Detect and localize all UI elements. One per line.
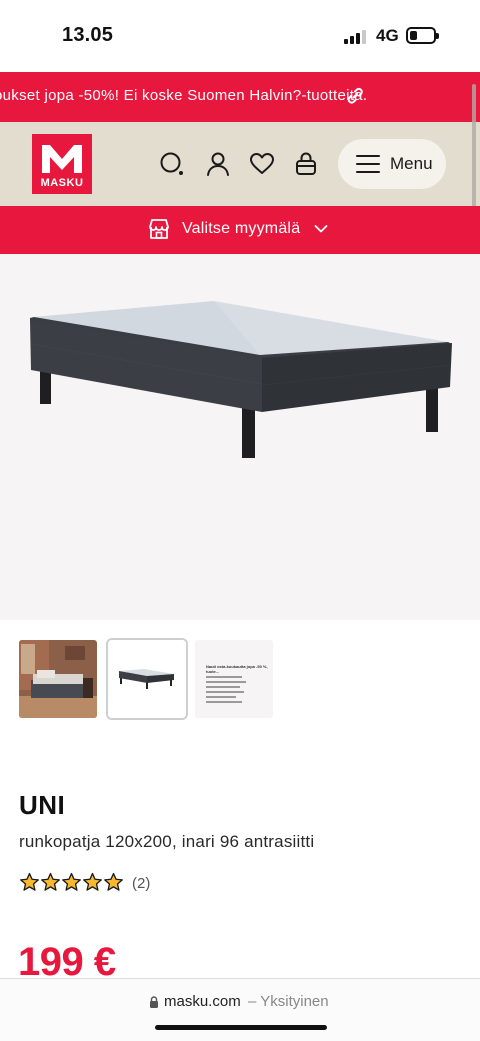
logo-text: MASKU (40, 177, 84, 189)
promo-banner[interactable]: oukset jopa -50%! Ei koske Suomen Halvin… (0, 72, 480, 122)
browsing-mode: – Yksityinen (248, 993, 329, 1010)
thumbnail-lifestyle[interactable] (19, 640, 97, 718)
store-selector-label: Valitse myymälä (182, 220, 301, 237)
image-thumbnails: Nauti osta-kuukautta jopa -50 %, tuote..… (0, 638, 480, 722)
masku-logo[interactable]: MASKU (32, 134, 92, 194)
hamburger-icon (356, 154, 380, 174)
store-icon (149, 219, 169, 239)
url-domain: masku.com (164, 993, 241, 1010)
lock-icon (150, 996, 158, 1008)
logo-m-mark (42, 145, 82, 173)
star-icon (41, 872, 60, 891)
product-main-image[interactable] (0, 254, 480, 620)
network-type: 4G (376, 26, 399, 45)
star-icon (20, 872, 39, 891)
browser-url-bar[interactable]: masku.com – Yksityinen (0, 978, 480, 1041)
search-icon[interactable] (159, 151, 185, 177)
heart-icon[interactable] (249, 151, 275, 177)
star-icon (104, 872, 123, 891)
store-selector[interactable]: Valitse myymälä (0, 206, 480, 254)
chevron-down-icon (314, 225, 328, 233)
thumbnail-info[interactable]: Nauti osta-kuukautta jopa -50 %, tuote..… (195, 640, 273, 718)
star-icon (62, 872, 81, 891)
thumbnail-info-title: Nauti osta-kuukautta jopa -50 %, tuote..… (206, 664, 268, 674)
rating-stars[interactable] (19, 872, 125, 894)
review-count[interactable]: (2) (132, 875, 150, 892)
status-bar: 13.05 4G (0, 0, 480, 72)
battery-icon (406, 27, 439, 44)
user-icon[interactable] (205, 151, 231, 177)
status-time: 13.05 (62, 24, 114, 46)
product-name: UNI (19, 790, 66, 820)
star-icon (83, 872, 102, 891)
signal-icon (344, 30, 368, 44)
thumbnail-product[interactable] (106, 638, 188, 720)
home-indicator[interactable] (155, 1025, 327, 1030)
bed-base-image (30, 301, 452, 458)
menu-button[interactable]: Menu (338, 139, 446, 189)
menu-label: Menu (390, 154, 433, 173)
page-scrollbar[interactable] (472, 84, 476, 212)
promo-text: oukset jopa -50%! Ei koske Suomen Halvin… (0, 87, 368, 104)
link-icon[interactable] (346, 86, 364, 106)
basket-icon[interactable] (293, 151, 319, 177)
product-description: runkopatja 120x200, inari 96 antrasiitti (19, 832, 315, 851)
site-header: MASKU Menu (0, 122, 480, 206)
